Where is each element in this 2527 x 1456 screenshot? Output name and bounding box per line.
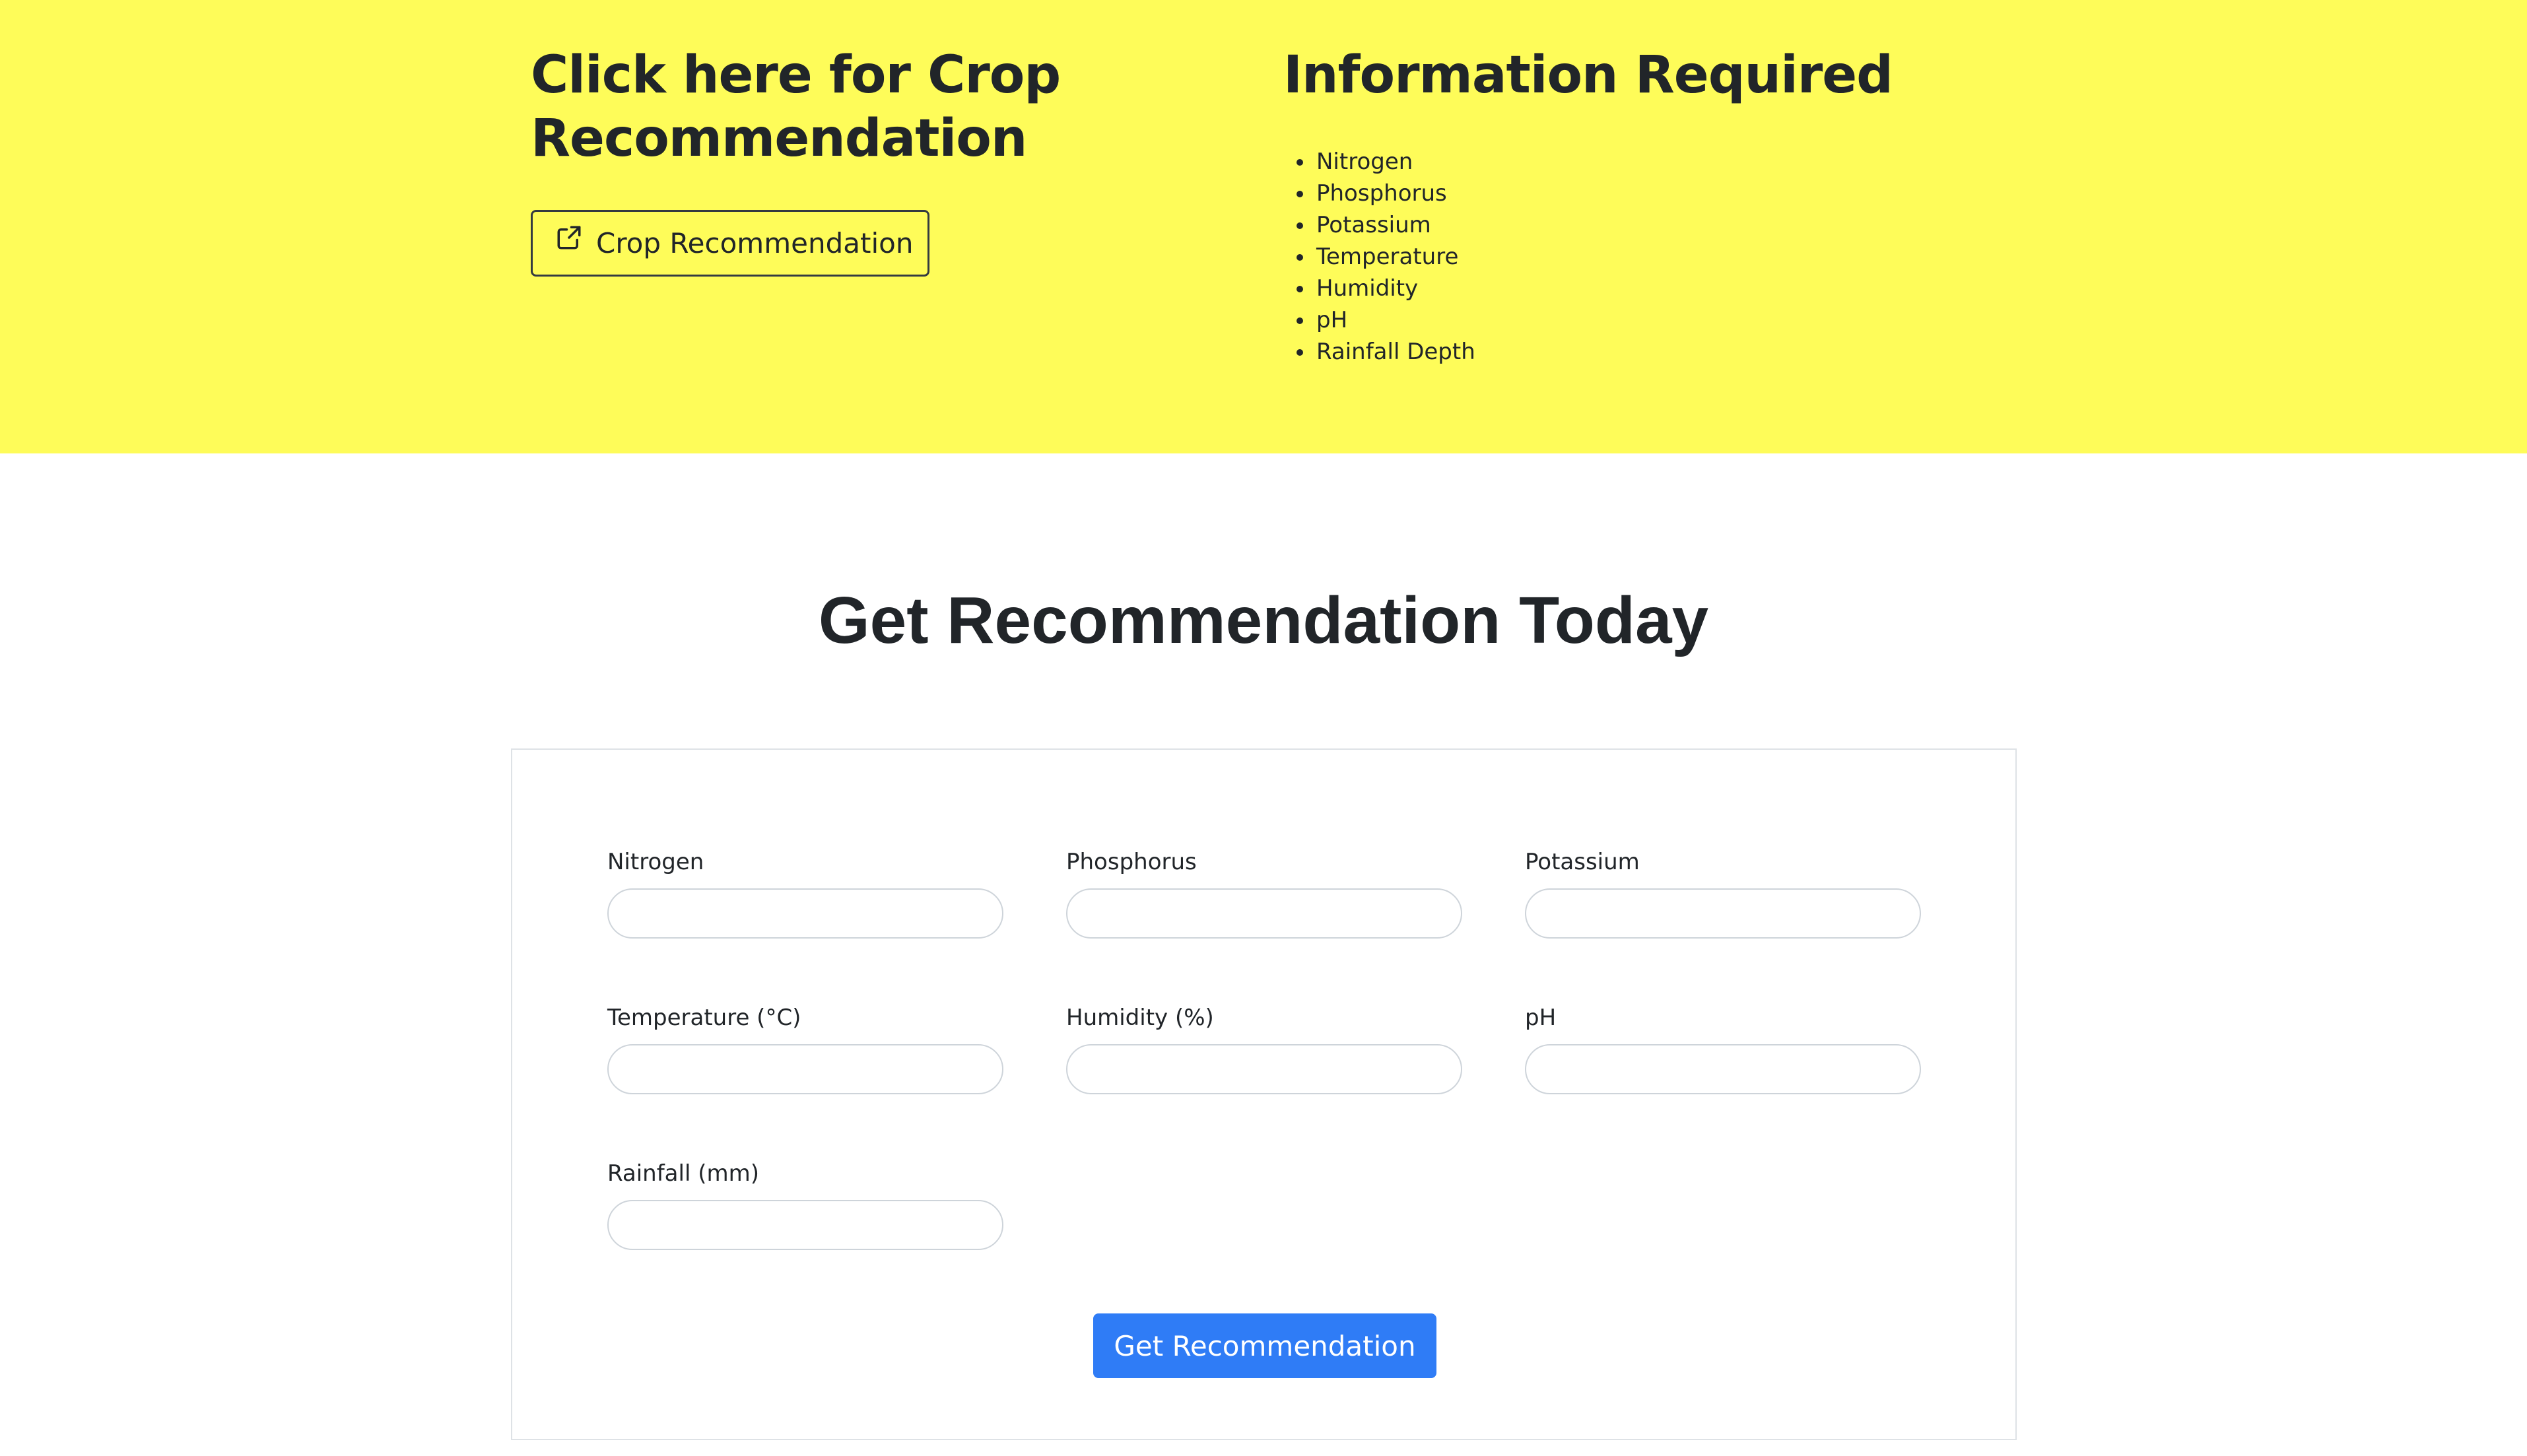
field-temperature: Temperature (°C): [607, 1005, 1003, 1094]
potassium-label: Potassium: [1525, 849, 1640, 875]
crop-recommendation-button-label: Crop Recommendation: [596, 227, 914, 259]
temperature-input[interactable]: [607, 1044, 1003, 1094]
field-nitrogen: Nitrogen: [607, 849, 1003, 939]
info-item-temperature: Temperature: [1297, 241, 1475, 273]
info-list: Nitrogen Phosphorus Potassium Temperatur…: [1297, 146, 1475, 368]
field-humidity: Humidity (%): [1066, 1005, 1462, 1094]
field-ph: pH: [1525, 1005, 1921, 1094]
ph-input[interactable]: [1525, 1044, 1921, 1094]
info-item-ph: pH: [1297, 304, 1475, 336]
field-potassium: Potassium: [1525, 849, 1921, 939]
hero-banner: Click here for Crop Recommendation Crop …: [0, 0, 2527, 453]
nitrogen-label: Nitrogen: [607, 849, 704, 875]
ph-label: pH: [1525, 1005, 1557, 1031]
info-item-phosphorus: Phosphorus: [1297, 178, 1475, 209]
rainfall-input[interactable]: [607, 1200, 1003, 1250]
phosphorus-label: Phosphorus: [1066, 849, 1197, 875]
recommendation-form: Nitrogen Phosphorus Potassium Temperatur…: [511, 748, 2017, 1440]
external-link-icon: [557, 226, 581, 249]
info-item-potassium: Potassium: [1297, 209, 1475, 241]
hero-right-column: Information Required Nitrogen Phosphorus…: [1283, 44, 2141, 365]
potassium-input[interactable]: [1525, 888, 1921, 939]
hero-left-column: Click here for Crop Recommendation Crop …: [531, 44, 1224, 277]
rainfall-label: Rainfall (mm): [607, 1160, 759, 1187]
section-title: Get Recommendation Today: [818, 583, 1709, 657]
crop-recommendation-button[interactable]: Crop Recommendation: [531, 210, 929, 277]
temperature-label: Temperature (°C): [607, 1005, 801, 1031]
humidity-label: Humidity (%): [1066, 1005, 1214, 1031]
info-item-rainfall: Rainfall Depth: [1297, 336, 1475, 368]
info-item-humidity: Humidity: [1297, 273, 1475, 304]
info-item-nitrogen: Nitrogen: [1297, 146, 1475, 178]
hero-title: Click here for Crop Recommendation: [531, 46, 1061, 168]
info-title: Information Required: [1283, 46, 1893, 105]
get-recommendation-button[interactable]: Get Recommendation: [1093, 1313, 1436, 1378]
field-rainfall: Rainfall (mm): [607, 1160, 1003, 1250]
nitrogen-input[interactable]: [607, 888, 1003, 939]
humidity-input[interactable]: [1066, 1044, 1462, 1094]
phosphorus-input[interactable]: [1066, 888, 1462, 939]
field-phosphorus: Phosphorus: [1066, 849, 1462, 939]
